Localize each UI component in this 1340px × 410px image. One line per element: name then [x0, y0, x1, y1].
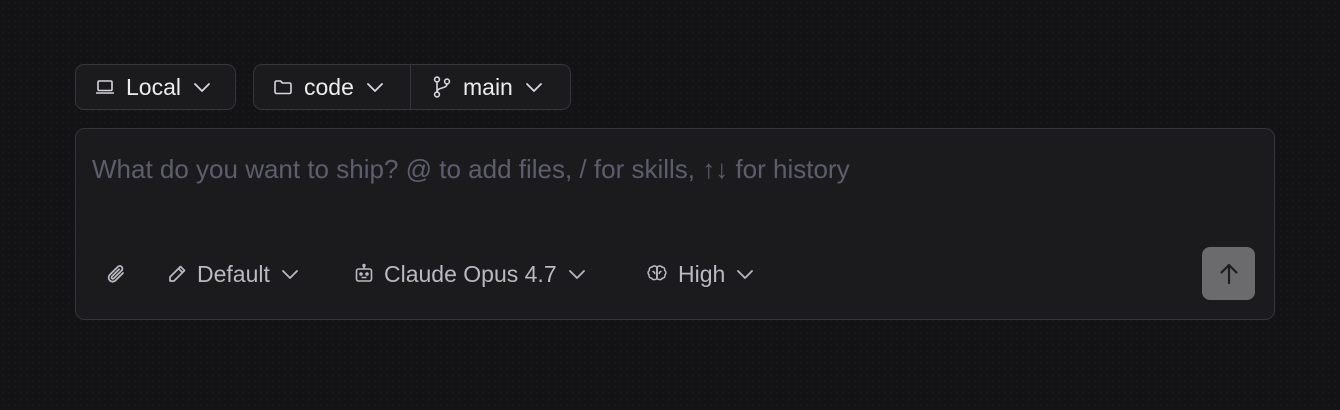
folder-dropdown[interactable]: code: [254, 65, 410, 109]
mode-label: Default: [197, 260, 270, 287]
branch-dropdown[interactable]: main: [410, 65, 570, 109]
effort-label: High: [678, 260, 726, 287]
branch-label: main: [463, 73, 513, 100]
app-root: Local code main What do you want to ship…: [0, 0, 1340, 410]
brain-icon: [645, 263, 669, 285]
prompt-composer: Default: [75, 128, 1275, 320]
chevron-down-icon: [366, 81, 384, 93]
chevron-down-icon: [568, 268, 586, 280]
prompt-input[interactable]: [92, 149, 1242, 189]
chevron-down-icon: [193, 81, 211, 93]
chevron-down-icon: [736, 268, 754, 280]
chevron-down-icon: [525, 81, 543, 93]
workspace-selector: code main: [253, 64, 571, 110]
folder-icon: [272, 77, 294, 97]
arrow-up-icon: [1217, 261, 1241, 287]
paperclip-icon: [106, 262, 128, 286]
environment-selector: Local: [75, 64, 236, 110]
git-branch-icon: [431, 75, 453, 99]
mode-dropdown[interactable]: Default: [166, 261, 299, 288]
model-dropdown[interactable]: Claude Opus 4.7: [353, 261, 586, 288]
robot-icon: [353, 263, 375, 285]
send-button[interactable]: [1202, 247, 1255, 300]
environment-label: Local: [126, 73, 181, 100]
chevron-down-icon: [281, 268, 299, 280]
pencil-icon: [166, 263, 188, 285]
attach-button[interactable]: [106, 262, 128, 286]
model-label: Claude Opus 4.7: [384, 260, 557, 287]
laptop-icon: [94, 77, 116, 97]
folder-label: code: [304, 73, 354, 100]
effort-dropdown[interactable]: High: [645, 261, 754, 288]
environment-dropdown[interactable]: Local: [76, 65, 227, 109]
